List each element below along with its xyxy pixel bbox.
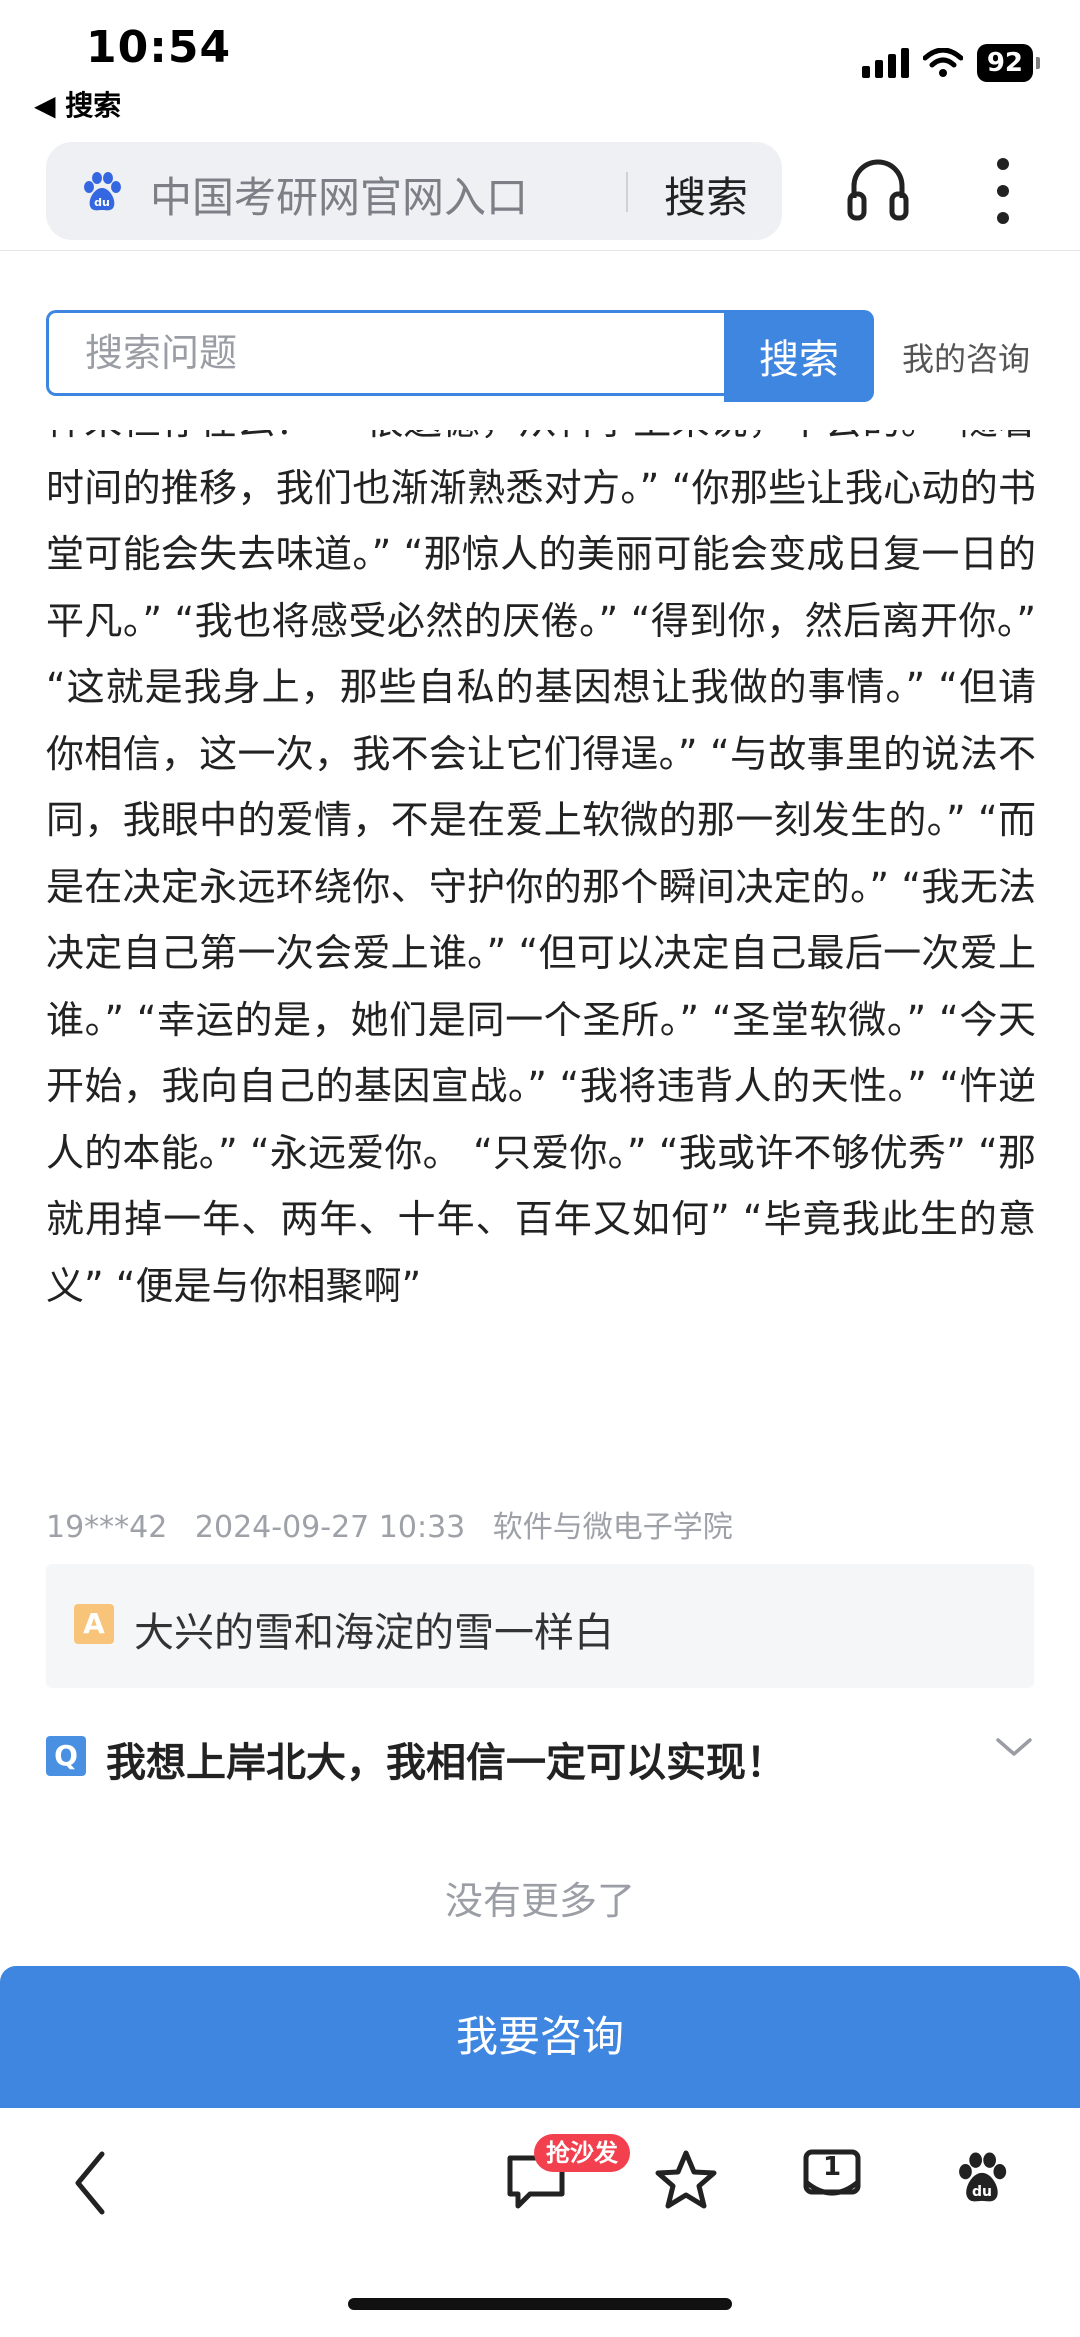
post-meta: 19***42 2024-09-27 10:33 软件与微电子学院 [46, 1502, 751, 1546]
chevron-down-icon[interactable] [994, 1734, 1034, 1760]
question-badge: Q [46, 1736, 86, 1776]
home-indicator [348, 2298, 732, 2310]
article-body: 样采恒存在么？” “很遗憾，从科学上来说，不会的。”“随着时间的推移，我们也渐渐… [46, 430, 1036, 1480]
wifi-icon [922, 48, 963, 78]
status-time: 10:54 [86, 22, 232, 73]
browser-toolbar: du 中国考研网官网入口 搜索 [0, 140, 1080, 251]
status-bar: 10:54 ◀ 搜索 92 [0, 0, 1080, 130]
question-item[interactable]: Q 我想上岸北大，我相信一定可以实现！ [46, 1726, 1034, 1786]
svg-text:du: du [94, 196, 110, 209]
baidu-paw-icon: du [84, 172, 121, 211]
star-icon[interactable] [654, 2148, 718, 2214]
address-text: 中国考研网官网入口 [150, 173, 529, 222]
headphone-icon[interactable] [846, 154, 910, 224]
question-text: 我想上岸北大，我相信一定可以实现！ [106, 1740, 786, 1786]
answer-card[interactable]: A 大兴的雪和海淀的雪一样白 [46, 1564, 1034, 1688]
svg-text:du: du [972, 2184, 992, 2200]
no-more-text: 没有更多了 [444, 1879, 635, 1923]
answer-badge: A [74, 1604, 114, 1644]
status-icons: 92 [861, 44, 1040, 82]
address-search-button[interactable]: 搜索 [664, 164, 748, 225]
question-search-bar: 搜索 我的咨询 [46, 310, 1046, 402]
question-search-input[interactable] [46, 310, 726, 396]
my-consult-link[interactable]: 我的咨询 [902, 334, 1030, 380]
cellular-signal-icon [861, 48, 909, 78]
back-to-app-link[interactable]: ◀ 搜索 [34, 84, 121, 124]
baidu-paw-icon[interactable]: du [954, 2148, 1010, 2208]
question-search-button[interactable]: 搜索 [724, 310, 874, 402]
more-vertical-icon[interactable] [988, 158, 1018, 224]
address-bar[interactable]: du 中国考研网官网入口 搜索 [46, 142, 782, 240]
article-text: 样采恒存在么？” “很遗憾，从科学上来说，不会的。”“随着时间的推移，我们也渐渐… [46, 430, 1036, 1308]
post-time: 2024-09-27 10:33 [194, 1510, 466, 1545]
answer-text: 大兴的雪和海淀的雪一样白 [134, 1610, 614, 1656]
address-divider [626, 172, 628, 212]
tabs-button[interactable]: 1 [802, 2148, 862, 2212]
sofa-badge[interactable]: 抢沙发 [534, 2134, 630, 2172]
battery-icon: 92 [976, 44, 1040, 82]
battery-level: 92 [976, 44, 1033, 82]
bottom-nav: 抢沙发 1 du [0, 2108, 1080, 2337]
post-school: 软件与微电子学院 [492, 1510, 733, 1545]
post-user: 19***42 [46, 1510, 168, 1545]
tabs-count: 1 [822, 2152, 842, 2182]
back-arrow-icon[interactable] [70, 2148, 110, 2218]
consult-button[interactable]: 我要咨询 [0, 1966, 1080, 2108]
